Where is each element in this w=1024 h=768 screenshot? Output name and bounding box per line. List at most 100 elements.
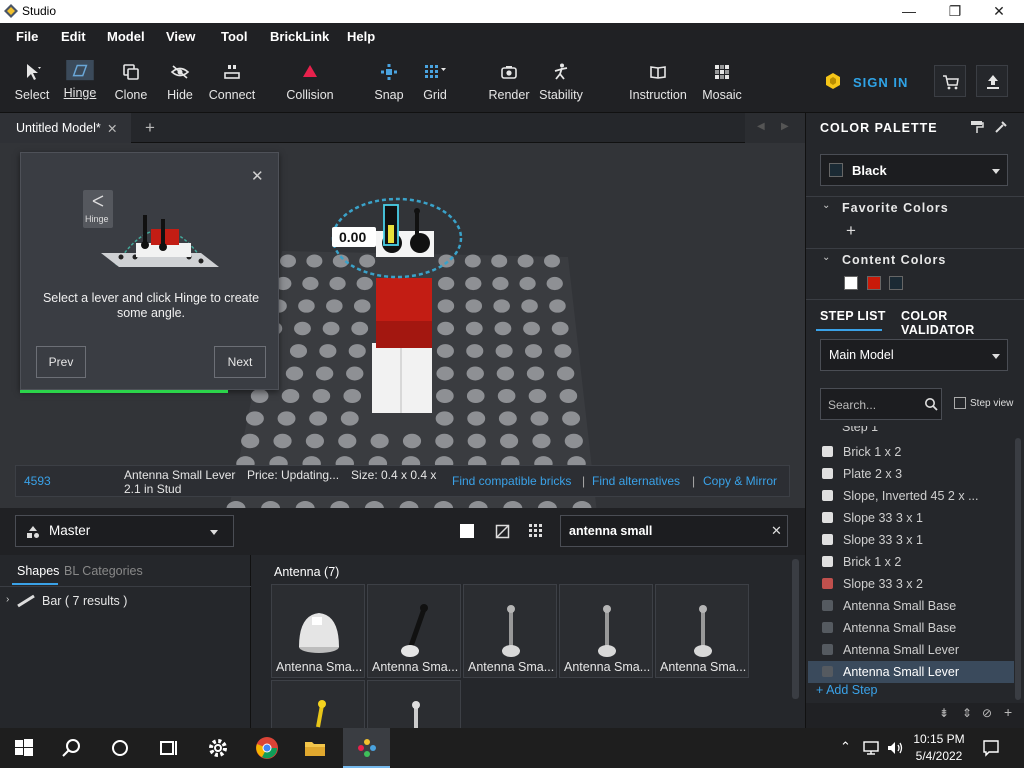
cortana-icon[interactable] [108,736,132,760]
tab-shapes[interactable]: Shapes [17,564,59,578]
step-list-item[interactable]: Antenna Small Lever [808,639,1014,661]
part-card[interactable]: Antenna Sma... [271,584,365,678]
add-icon[interactable]: + [1004,704,1012,720]
no-color-filter-icon[interactable] [495,524,510,539]
collision-tool-button[interactable]: Collision [284,62,336,112]
file-explorer-icon[interactable] [303,736,327,760]
paint-roller-icon[interactable] [970,120,984,134]
volume-icon[interactable] [886,740,904,756]
menu-file[interactable]: File [16,29,38,44]
step-view-checkbox[interactable] [954,397,966,409]
content-color-red[interactable] [867,276,881,290]
tutorial-next-button[interactable]: Next [214,346,266,378]
step-list-item[interactable]: Antenna Small Lever [808,661,1014,683]
tab-scroll-left-icon[interactable]: ◀ [757,121,765,132]
part-card[interactable] [271,680,365,728]
system-clock[interactable]: 10:15 PM 5/4/2022 [908,731,970,765]
color-filter-icon[interactable] [460,524,474,538]
chrome-icon[interactable] [255,736,279,760]
menu-view[interactable]: View [166,29,195,44]
copy-mirror-link[interactable]: Copy & Mirror [703,474,777,488]
step-list-item[interactable]: Antenna Small Base [808,595,1014,617]
tab-untitled-model[interactable]: Untitled Model* ✕ [0,113,131,143]
menu-bricklink[interactable]: BrickLink [270,29,329,44]
tutorial-prev-button[interactable]: Prev [36,346,86,378]
step-list-item[interactable]: Slope 33 3 x 2 [808,573,1014,595]
hide-steps-icon[interactable]: ⊘ [982,706,992,720]
grid-tool-button[interactable]: Grid [420,62,450,112]
close-window-button[interactable]: ✕ [976,0,1022,23]
clone-tool-button[interactable]: Clone [112,62,150,112]
step-list-item[interactable]: Slope 33 3 x 1 [808,529,1014,551]
snap-tool-button[interactable]: Snap [372,62,406,112]
part-card[interactable]: Antenna Sma... [463,584,557,678]
menu-model[interactable]: Model [107,29,145,44]
step-list-item[interactable]: Plate 2 x 3 [808,463,1014,485]
step-list-item[interactable]: Brick 1 x 2 [808,441,1014,463]
part-card[interactable]: Antenna Sma... [655,584,749,678]
content-colors-header[interactable]: Content Colors [842,253,946,267]
eyedropper-icon[interactable] [994,120,1008,134]
part-search-input[interactable]: antenna small ✕ [560,515,788,547]
tab-scroll-arrows[interactable]: ◀ ▶ [745,113,805,143]
step-list-item[interactable]: Antenna Small Base [808,617,1014,639]
color-select-dropdown[interactable]: Black [820,154,1008,186]
tab-bl-categories[interactable]: BL Categories [64,564,143,578]
step-list-scrollbar[interactable] [1015,438,1021,700]
maximize-button[interactable]: ❐ [932,0,978,23]
add-step-button[interactable]: + Add Step [816,683,878,697]
search-icon[interactable] [60,736,84,760]
cart-button[interactable] [934,65,966,97]
results-scrollbar[interactable] [792,559,799,699]
hinge-tool-button[interactable]: Hinge [61,60,99,112]
tab-step-list[interactable]: STEP LIST [820,309,886,323]
tab-scroll-right-icon[interactable]: ▶ [781,121,789,132]
step-list-item[interactable]: Slope 33 3 x 1 [808,507,1014,529]
step-list-item[interactable]: Slope, Inverted 45 2 x ... [808,485,1014,507]
palette-select-dropdown[interactable]: Master [15,515,234,547]
hide-tool-button[interactable]: Hide [162,62,198,112]
network-icon[interactable] [862,740,880,756]
tree-item-bar[interactable]: › Bar ( 7 results ) [0,589,250,613]
upload-button[interactable] [976,65,1008,97]
collapse-all-icon[interactable]: ⇟ [939,706,949,720]
stability-tool-button[interactable]: Stability [536,62,586,112]
find-compatible-link[interactable]: Find compatible bricks [452,474,571,488]
expand-arrow-icon[interactable]: › [6,594,9,605]
collapse-chevron-icon[interactable]: ⌄ [822,252,830,263]
menu-edit[interactable]: Edit [61,29,86,44]
3d-viewport[interactable]: 0.00 ✕ Hinge Select a lever and click Hi… [0,143,805,508]
tab-color-validator[interactable]: COLOR VALIDATOR [901,309,1024,337]
connect-tool-button[interactable]: Connect [206,62,258,112]
collapse-chevron-icon[interactable]: ⌄ [822,200,830,211]
menu-tool[interactable]: Tool [221,29,247,44]
render-tool-button[interactable]: Render [488,62,530,112]
notifications-icon[interactable] [982,739,1000,757]
settings-gear-icon[interactable] [206,736,230,760]
add-favorite-color-button[interactable]: + [846,221,856,241]
model-select-dropdown[interactable]: Main Model [820,339,1008,371]
windows-start-icon[interactable] [12,736,36,760]
part-card[interactable] [367,680,461,729]
studio-taskbar-button[interactable] [343,728,390,768]
clear-search-icon[interactable]: ✕ [771,523,782,539]
part-card[interactable]: Antenna Sma... [559,584,653,678]
step-list-item[interactable]: Brick 1 x 2 [808,551,1014,573]
select-tool-button[interactable]: Select [12,62,52,112]
instruction-tool-button[interactable]: Instruction [626,62,690,112]
part-card[interactable]: Antenna Sma... [367,584,461,678]
minimize-button[interactable]: — [886,0,932,23]
expand-all-icon[interactable]: ⇕ [962,706,972,720]
menu-help[interactable]: Help [347,29,375,44]
content-color-black[interactable] [889,276,903,290]
step-search-input[interactable]: Search... [820,388,942,420]
sign-in-link[interactable]: SIGN IN [853,75,908,90]
tab-close-icon[interactable]: ✕ [107,121,117,136]
find-alternatives-link[interactable]: Find alternatives [592,474,680,488]
tutorial-close-icon[interactable]: ✕ [251,167,264,185]
show-hidden-icons-chevron-icon[interactable]: ⌃ [840,739,851,755]
add-tab-button[interactable]: + [145,118,155,138]
mosaic-tool-button[interactable]: Mosaic [700,62,744,112]
task-view-icon[interactable] [156,736,180,760]
grid-view-icon[interactable] [529,524,543,538]
